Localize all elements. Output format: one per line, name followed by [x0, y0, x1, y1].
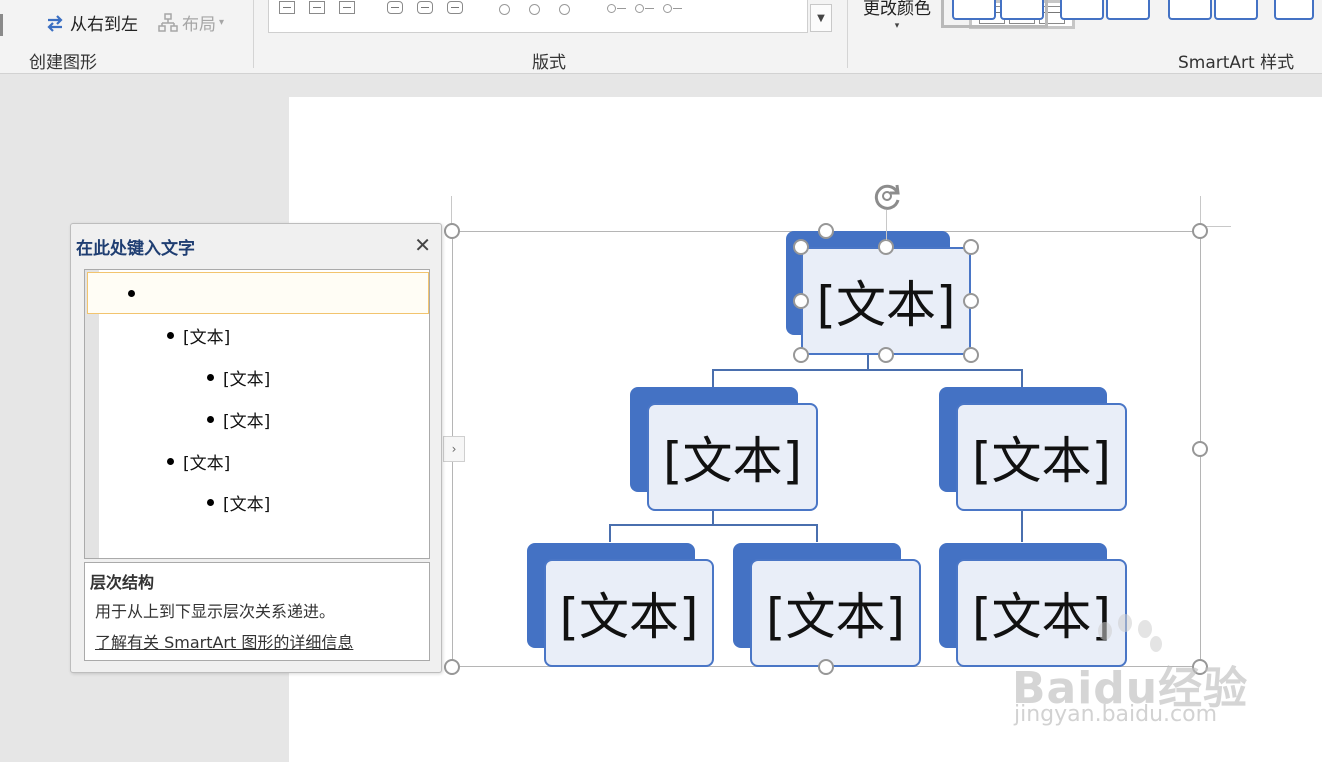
connector [609, 524, 611, 542]
node-top[interactable]: [文本] [801, 247, 971, 355]
bullet-icon [207, 498, 214, 506]
group-divider-1 [253, 0, 254, 68]
node-level3-left-a[interactable]: [文本] [544, 559, 714, 667]
rotate-icon[interactable] [871, 180, 903, 212]
smartart-style-4[interactable] [1274, 0, 1314, 20]
chevron-right-icon: › [451, 442, 457, 456]
ribbon: 从右到左 布局 ▾ 创建图形 ▼ 版式 更改颜色 ▾ SmartArt 样式 [0, 0, 1322, 74]
resize-handle-left[interactable] [793, 293, 809, 309]
frame-handle-bottom-left[interactable] [444, 659, 460, 675]
frame-handle-right[interactable] [1192, 441, 1208, 457]
resize-handle-right[interactable] [963, 293, 979, 309]
connector [712, 369, 1023, 371]
node-level2-left[interactable]: [文本] [647, 403, 818, 511]
list-item[interactable]: [文本] [99, 398, 429, 440]
layouts-gallery [268, 0, 1075, 33]
layout-button[interactable]: 布局 ▾ [158, 10, 224, 35]
layout-thumbnail-2[interactable] [387, 0, 477, 18]
resize-handle-top[interactable] [878, 239, 894, 255]
list-item-text: [文本] [223, 494, 271, 515]
layout-thumbnail-1[interactable] [279, 0, 369, 18]
chevron-down-icon: ▼ [817, 12, 825, 24]
change-colors-label: 更改颜色 [863, 0, 931, 19]
bullet-icon [167, 457, 174, 465]
node-level3-right[interactable]: [文本] [956, 559, 1127, 667]
resize-handle-bottom-left[interactable] [793, 347, 809, 363]
create-graphic-group-label: 创建图形 [29, 53, 97, 73]
list-item-text: [文本] [183, 453, 231, 474]
paw-icon-toe [1138, 620, 1152, 638]
close-icon[interactable]: ✕ [414, 233, 431, 257]
paw-icon-toe [1150, 636, 1162, 652]
frame-handle-top-left[interactable] [444, 223, 460, 239]
chevron-down-icon: ▾ [219, 17, 225, 28]
change-colors-button[interactable]: 更改颜色 ▾ [863, 0, 931, 31]
layout-description-title: 层次结构 [90, 573, 155, 592]
smartart-styles-group-label: SmartArt 样式 [1178, 53, 1295, 73]
layout-description: 层次结构 用于从上到下显示层次关系递进。 了解有关 SmartArt 图形的详细… [84, 562, 430, 661]
layout-thumbnail-3[interactable] [499, 0, 579, 18]
connector [867, 355, 869, 370]
list-item[interactable]: [文本] [99, 314, 429, 356]
list-item[interactable]: [文本] [99, 356, 429, 398]
layout-description-text: 用于从上到下显示层次关系递进。 [95, 602, 336, 621]
list-item[interactable] [87, 272, 429, 314]
text-pane-title: 在此处键入文字 [76, 239, 195, 259]
swap-arrows-icon [47, 14, 63, 32]
group-divider-2 [847, 0, 848, 68]
watermark-url: jingyan.baidu.com [1014, 702, 1218, 727]
list-item-text: [文本] [223, 369, 271, 390]
gallery-more-button[interactable]: ▼ [810, 4, 832, 32]
frame-handle-bottom[interactable] [818, 659, 834, 675]
list-item[interactable]: [文本] [99, 440, 429, 482]
resize-handle-top-right[interactable] [963, 239, 979, 255]
connector [1021, 369, 1023, 387]
connector [609, 524, 818, 526]
resize-handle-top-left[interactable] [793, 239, 809, 255]
layouts-group-label: 版式 [532, 53, 566, 73]
chevron-down-icon: ▾ [894, 21, 900, 31]
text-pane-bullet-list[interactable]: [文本] [文本] [文本] [文本] [文本] [84, 269, 430, 559]
connector [712, 369, 714, 387]
bullet-icon [207, 415, 214, 423]
smartart-style-2b [1106, 0, 1150, 20]
bullet-icon [207, 373, 214, 381]
list-item-text: [文本] [223, 411, 271, 432]
paw-icon-toe [1118, 614, 1132, 632]
learn-more-link[interactable]: 了解有关 SmartArt 图形的详细信息 [95, 629, 353, 653]
text-pane-toggle-button[interactable]: › [443, 436, 465, 462]
connector [1021, 510, 1023, 542]
list-item-text: [文本] [183, 327, 231, 348]
smartart-style-2[interactable] [1060, 0, 1104, 20]
bullet-icon [167, 331, 174, 339]
node-level3-left-b[interactable]: [文本] [750, 559, 921, 667]
frame-handle-top-right[interactable] [1192, 223, 1208, 239]
resize-handle-bottom[interactable] [878, 347, 894, 363]
text-pane: 在此处键入文字 ✕ [文本] [文本] [文本] [文本] [文本] 层次结构 [70, 223, 442, 673]
frame-handle-top[interactable] [818, 223, 834, 239]
bullet-icon [128, 289, 135, 297]
smartart-style-1[interactable] [952, 0, 996, 20]
resize-handle-bottom-right[interactable] [963, 347, 979, 363]
list-item[interactable]: [文本] [99, 481, 429, 523]
layout-label: 布局 [182, 15, 216, 35]
smartart-style-3[interactable] [1168, 0, 1212, 20]
smartart-style-3b [1214, 0, 1258, 20]
org-layout-icon [158, 12, 178, 32]
connector [816, 524, 818, 542]
rotate-stem [886, 210, 887, 240]
right-to-left-label: 从右到左 [70, 15, 138, 35]
paw-icon-toe [1098, 622, 1112, 640]
ribbon-left-edge [0, 14, 3, 36]
right-to-left-button[interactable]: 从右到左 [44, 10, 138, 35]
layout-thumbnail-4[interactable] [607, 0, 697, 18]
smartart-style-1b [1000, 0, 1044, 20]
node-level2-right[interactable]: [文本] [956, 403, 1127, 511]
